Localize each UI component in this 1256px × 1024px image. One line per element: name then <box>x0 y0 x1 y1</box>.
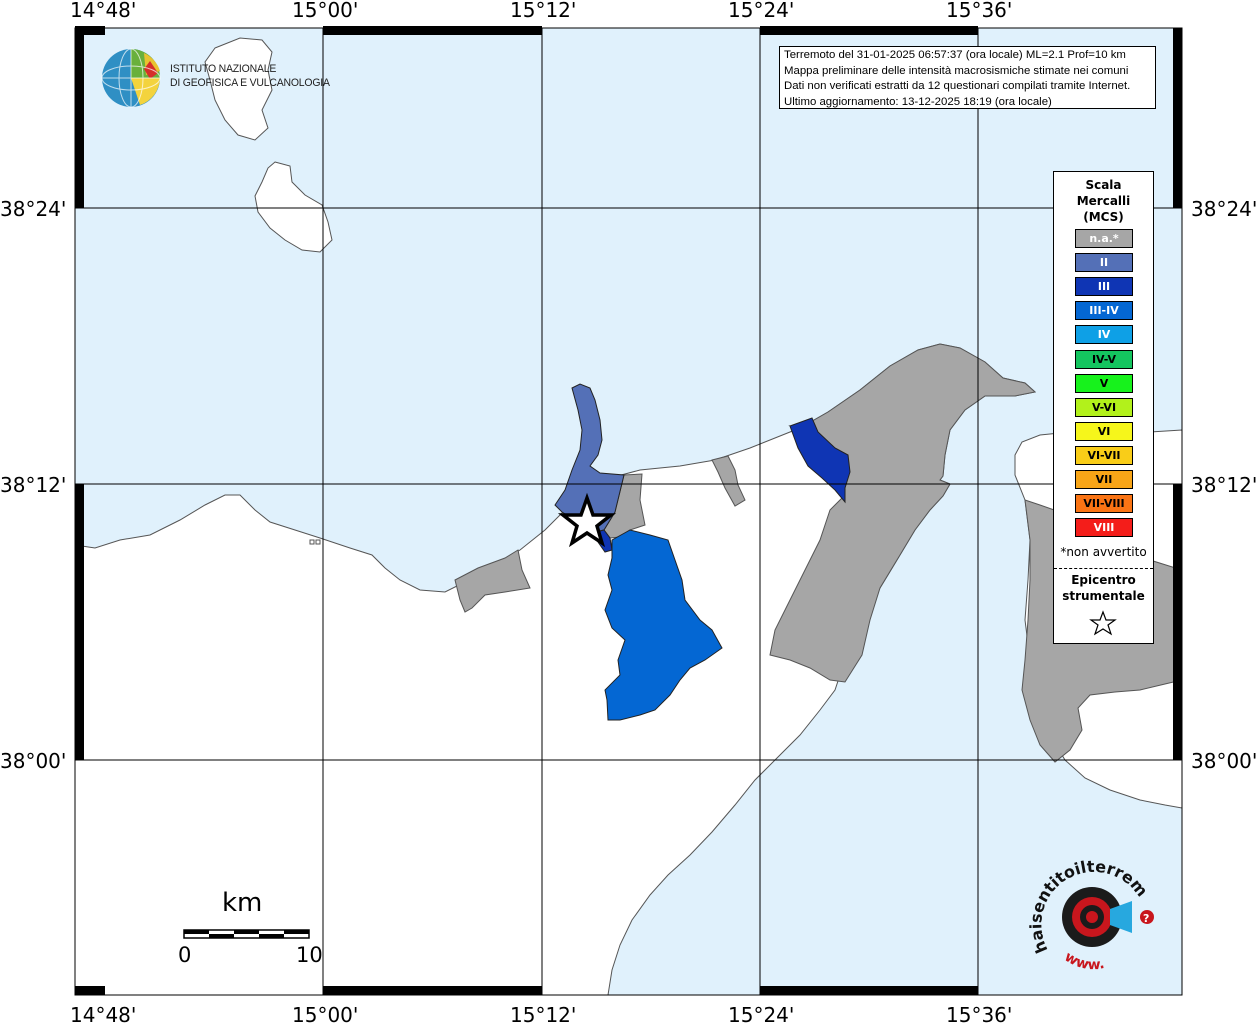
last-update-line: Ultimo aggiornamento: 13-12-2025 18:19 (… <box>784 95 1052 108</box>
islet <box>315 539 321 545</box>
star-icon <box>1089 610 1117 636</box>
legend-epicenter-line: strumentale <box>1062 589 1145 603</box>
lon-label: 15°00' <box>292 0 358 22</box>
legend-item: VI-VII <box>1075 445 1133 465</box>
lon-label: 14°48' <box>70 1003 136 1024</box>
event-line: Terremoto del 31-01-2025 06:57:37 (ora l… <box>784 49 1126 61</box>
ingv-name-line: DI GEOFISICA E VULCANOLOGIA <box>170 77 330 89</box>
scale-end-label: 10 <box>296 943 323 967</box>
legend-item: III <box>1075 277 1133 297</box>
lat-label: 38°12' <box>0 473 66 497</box>
legend-title-line: (MCS) <box>1083 210 1124 224</box>
haisentito-www-text: www. <box>1062 949 1106 973</box>
mcs-legend: Scala Mercalli (MCS) n.a.* II III III-IV IV I… <box>1053 171 1154 644</box>
svg-text:?: ? <box>1143 912 1149 925</box>
svg-text:www.: www. <box>1062 949 1106 973</box>
legend-item: VII-VIII <box>1075 494 1133 514</box>
lat-label: 38°12' <box>1191 473 1256 497</box>
scale-bar <box>183 929 310 939</box>
scale-unit-label: km <box>222 888 263 918</box>
scale-start-label: 0 <box>178 943 192 967</box>
legend-title-line: Mercalli <box>1076 194 1131 208</box>
legend-item: V-VI <box>1075 397 1133 417</box>
lon-label: 15°36' <box>946 1003 1012 1024</box>
ingv-name-line: ISTITUTO NAZIONALE <box>170 63 277 75</box>
legend-title-line: Scala <box>1085 178 1122 192</box>
legend-epicenter-line: Epicentro <box>1071 573 1136 587</box>
lon-label: 15°12' <box>510 0 576 22</box>
ingv-logo-text: ISTITUTO NAZIONALE DI GEOFISICA E VULCAN… <box>170 62 330 90</box>
legend-item: VII <box>1075 470 1133 489</box>
lon-label: 15°00' <box>292 1003 358 1024</box>
lon-label: 14°48' <box>70 0 136 22</box>
lon-label: 15°36' <box>946 0 1012 22</box>
ingv-logo-icon <box>101 48 161 108</box>
legend-separator <box>1054 568 1153 569</box>
legend-item: VI <box>1075 421 1133 441</box>
legend-item: VIII <box>1075 518 1133 538</box>
legend-note: *non avvertito <box>1060 545 1147 559</box>
legend-item: IV-V <box>1075 349 1133 369</box>
lat-label: 38°24' <box>0 197 66 221</box>
legend-item: V <box>1075 373 1133 393</box>
legend-item: II <box>1075 253 1133 273</box>
haisentito-logo-icon: haisentitoilterremoto.it www. ? <box>1028 855 1154 973</box>
legend-item: III-IV <box>1075 301 1133 321</box>
legend-item: IV <box>1075 325 1133 345</box>
lon-label: 15°24' <box>728 1003 794 1024</box>
map-description-line: Mappa preliminare delle intensità macros… <box>784 64 1129 77</box>
data-source-line: Dati non verificati estratti da 12 quest… <box>784 80 1131 93</box>
lon-label: 15°24' <box>728 0 794 22</box>
lat-label: 38°24' <box>1191 197 1256 221</box>
legend-item: n.a.* <box>1075 229 1133 248</box>
event-info-box: Terremoto del 31-01-2025 06:57:37 (ora l… <box>779 46 1156 109</box>
lon-label: 15°12' <box>510 1003 576 1024</box>
lat-label: 38°00' <box>0 749 66 773</box>
legend-epicenter-label: Epicentro strumentale <box>1054 572 1153 604</box>
legend-title: Scala Mercalli (MCS) <box>1054 177 1153 225</box>
lat-label: 38°00' <box>1191 749 1256 773</box>
islet <box>309 539 315 545</box>
